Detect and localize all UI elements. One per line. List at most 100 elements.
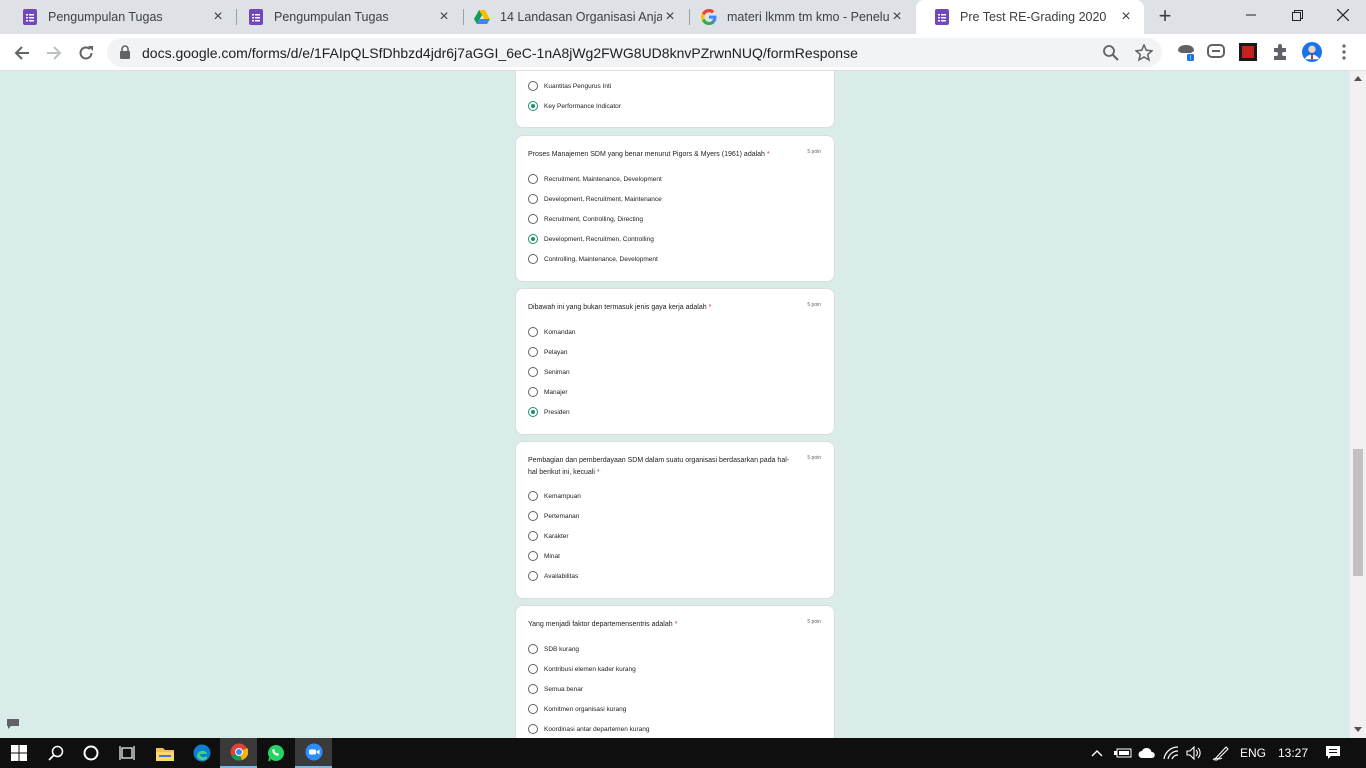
radio-option[interactable]: Komandan — [528, 326, 575, 338]
radio-option[interactable]: Karakter — [528, 530, 569, 542]
radio-option[interactable]: Availabilitas — [528, 570, 578, 582]
scroll-down-icon[interactable] — [1354, 727, 1362, 732]
radio-option[interactable]: Kemampuan — [528, 490, 581, 502]
extension-chat-icon[interactable] — [1206, 42, 1226, 62]
battery-tray-icon[interactable] — [1112, 738, 1134, 768]
profile-avatar[interactable] — [1302, 42, 1322, 62]
zoom-icon[interactable] — [1102, 44, 1120, 62]
radio-button[interactable] — [528, 347, 538, 357]
extension-red-icon[interactable] — [1238, 42, 1258, 62]
cortana-icon — [83, 745, 98, 761]
page-scrollbar[interactable] — [1350, 71, 1366, 738]
task-view-button[interactable] — [108, 738, 145, 768]
radio-button[interactable] — [528, 724, 538, 734]
cortana-button[interactable] — [72, 738, 109, 768]
browser-menu-icon[interactable] — [1334, 42, 1354, 62]
radio-option[interactable]: Manajer — [528, 386, 567, 398]
radio-button-selected[interactable] — [528, 407, 538, 417]
radio-option[interactable]: Pertemanan — [528, 510, 579, 522]
radio-button[interactable] — [528, 214, 538, 224]
language-indicator[interactable]: ENG — [1237, 738, 1269, 768]
radio-button[interactable] — [528, 511, 538, 521]
chevron-up-icon — [1091, 750, 1103, 757]
address-bar[interactable]: docs.google.com/forms/d/e/1FAIpQLSfDhbzd… — [107, 38, 1162, 67]
forward-button[interactable] — [41, 40, 67, 66]
minimize-button[interactable] — [1228, 0, 1274, 30]
close-window-button[interactable] — [1320, 0, 1366, 30]
radio-option[interactable]: Minat — [528, 550, 560, 562]
radio-button[interactable] — [528, 704, 538, 714]
radio-button-selected[interactable] — [528, 101, 538, 111]
chrome-taskbar-button[interactable] — [220, 738, 257, 768]
back-button[interactable] — [9, 40, 35, 66]
file-explorer-button[interactable] — [146, 738, 183, 768]
edge-browser-button[interactable] — [183, 738, 220, 768]
reload-button[interactable] — [73, 40, 99, 66]
radio-option[interactable]: SDB kurang — [528, 643, 579, 655]
radio-button[interactable] — [528, 571, 538, 581]
bookmark-star-icon[interactable] — [1135, 44, 1153, 62]
windows-start-button[interactable] — [0, 738, 37, 768]
tab-pengumpulan-tugas-2[interactable]: Pengumpulan Tugas × — [230, 0, 462, 34]
feedback-icon[interactable] — [7, 719, 19, 729]
tab-google-search[interactable]: materi lkmm tm kmo - Penelus × — [683, 0, 915, 34]
search-button[interactable] — [37, 738, 74, 768]
radio-option[interactable]: Kuantitas Pengurus Inti — [528, 80, 611, 92]
radio-button[interactable] — [528, 254, 538, 264]
radio-option[interactable]: Key Performance Indicator — [528, 100, 621, 112]
zoom-app-button[interactable] — [295, 738, 332, 768]
radio-option[interactable]: Komitmen organisasi kurang — [528, 703, 626, 715]
google-forms-icon — [934, 9, 950, 25]
radio-option[interactable]: Recruitment, Maintenance, Development — [528, 173, 662, 185]
volume-tray-icon[interactable] — [1183, 738, 1205, 768]
radio-option[interactable]: Semua benar — [528, 683, 583, 695]
wifi-icon — [1163, 746, 1179, 760]
radio-button[interactable] — [528, 644, 538, 654]
arrow-right-icon — [47, 46, 62, 60]
radio-button[interactable] — [528, 664, 538, 674]
scrollbar-thumb[interactable] — [1353, 449, 1363, 576]
clock[interactable]: 13:27 — [1272, 738, 1314, 768]
close-icon[interactable]: × — [889, 9, 905, 25]
radio-option[interactable]: Presiden — [528, 406, 570, 418]
radio-option[interactable]: Seniman — [528, 366, 570, 378]
radio-option[interactable]: Koordinasi antar departemen kurang — [528, 723, 650, 735]
whatsapp-button[interactable] — [257, 738, 294, 768]
radio-option[interactable]: Pelayan — [528, 346, 568, 358]
scroll-up-icon[interactable] — [1354, 76, 1362, 81]
close-icon[interactable]: × — [436, 9, 452, 25]
extensions-puzzle-icon[interactable] — [1270, 42, 1290, 62]
option-label: Komandan — [544, 328, 576, 336]
onedrive-tray-icon[interactable] — [1136, 738, 1158, 768]
radio-button[interactable] — [528, 531, 538, 541]
tab-pengumpulan-tugas-1[interactable]: Pengumpulan Tugas × — [4, 0, 236, 34]
radio-button[interactable] — [528, 551, 538, 561]
radio-button[interactable] — [528, 327, 538, 337]
tab-pre-test-regrading[interactable]: Pre Test RE-Grading 2020 × — [916, 0, 1144, 34]
restore-button[interactable] — [1274, 0, 1320, 30]
show-hidden-icons-button[interactable] — [1088, 738, 1106, 768]
radio-option[interactable]: Controlling, Maintenance, Development — [528, 253, 658, 265]
close-icon[interactable]: × — [1118, 9, 1134, 25]
action-center-button[interactable] — [1318, 738, 1348, 768]
radio-button[interactable] — [528, 491, 538, 501]
extension-mask-icon[interactable]: ! — [1176, 42, 1196, 62]
pen-workspace-tray-icon[interactable] — [1209, 738, 1233, 768]
radio-button[interactable] — [528, 174, 538, 184]
radio-option[interactable]: Recruitment, Controlling, Directing — [528, 213, 643, 225]
radio-button[interactable] — [528, 367, 538, 377]
radio-option[interactable]: Kontribusi elemen kader kurang — [528, 663, 636, 675]
close-icon[interactable]: × — [662, 9, 678, 25]
wifi-tray-icon[interactable] — [1160, 738, 1182, 768]
radio-button-selected[interactable] — [528, 234, 538, 244]
radio-option[interactable]: Development, Recruitmen, Controlling — [528, 233, 654, 245]
radio-button[interactable] — [528, 684, 538, 694]
radio-button[interactable] — [528, 387, 538, 397]
option-label: Komitmen organisasi kurang — [544, 705, 627, 713]
tab-landasan-organisasi[interactable]: 14 Landasan Organisasi Anjay × — [456, 0, 688, 34]
radio-option[interactable]: Development, Recruitment, Maintenance — [528, 193, 662, 205]
new-tab-button[interactable]: + — [1153, 5, 1177, 29]
radio-button[interactable] — [528, 81, 538, 91]
close-icon[interactable]: × — [210, 9, 226, 25]
radio-button[interactable] — [528, 194, 538, 204]
